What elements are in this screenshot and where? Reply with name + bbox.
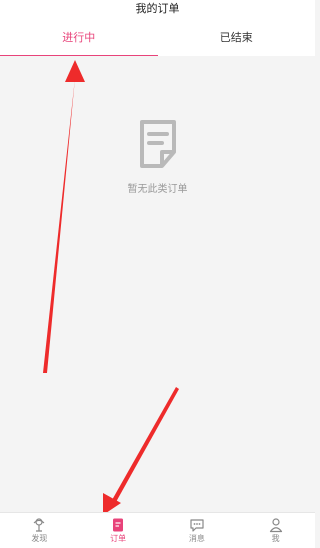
tabbar-item-discover[interactable]: 发现 [0, 513, 79, 548]
profile-icon [269, 518, 282, 533]
tabbar-label-profile: 我 [271, 534, 280, 543]
tab-finished[interactable]: 已结束 [158, 20, 316, 56]
page-title: 我的订单 [135, 2, 180, 15]
tabbar-label-message: 消息 [188, 534, 205, 543]
empty-message: 暂无此类订单 [127, 184, 188, 195]
annotation-arrows [43, 60, 179, 515]
empty-order-icon [139, 120, 176, 168]
tabbar-item-message[interactable]: 消息 [158, 513, 237, 548]
empty-state: 暂无此类订单 [0, 118, 315, 195]
tabbar-item-order[interactable]: 订单 [79, 513, 158, 548]
arrow-down-annotation [112, 387, 179, 502]
bottom-tab-bar: 发现 订单 消息 我 [0, 512, 315, 548]
tab-in-progress[interactable]: 进行中 [0, 20, 158, 56]
tabbar-label-discover: 发现 [31, 534, 48, 543]
arrow-up-head [65, 60, 85, 82]
order-tabs: 进行中 已结束 [0, 20, 315, 56]
tabbar-label-order: 订单 [110, 534, 127, 543]
discover-icon [33, 518, 45, 532]
page-header: 我的订单 [0, 0, 315, 20]
tabbar-item-profile[interactable]: 我 [236, 513, 315, 548]
order-icon [113, 518, 124, 532]
message-icon [190, 519, 204, 532]
